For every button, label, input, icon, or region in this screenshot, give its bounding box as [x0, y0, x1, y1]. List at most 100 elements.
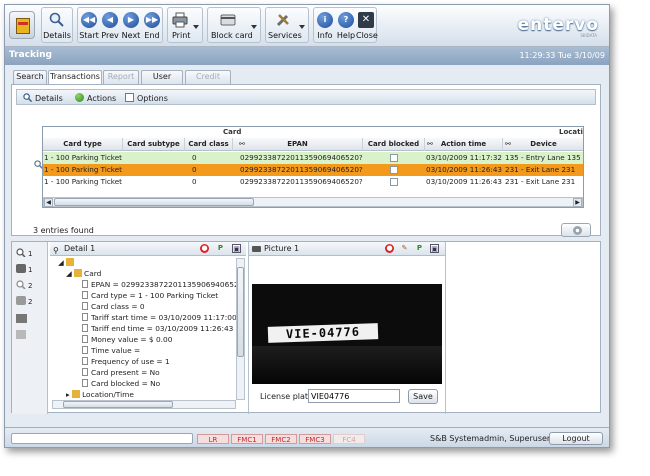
cell-card-class: 0 — [192, 165, 197, 174]
collapse-icon: ◢ — [66, 269, 75, 278]
scroll-right-icon[interactable]: ▶ — [573, 198, 582, 207]
app-menu-icon[interactable] — [9, 11, 35, 39]
card-blocked-checkbox[interactable] — [390, 154, 398, 162]
main-toolbar: Details ◀◀ Start ◀ Prev ▶ Next ▶▶ End Print … — [5, 5, 609, 47]
tree-leaf[interactable]: Card blocked = No — [82, 379, 160, 389]
scroll-thumb[interactable] — [237, 267, 244, 357]
tab-search[interactable]: Search — [13, 70, 47, 84]
tree-root-node[interactable]: ◢ — [58, 258, 75, 268]
transactions-panel: Details Actions Options Card Locati Card… — [11, 84, 601, 236]
help-button[interactable]: ? Help — [336, 8, 356, 42]
layout-icon[interactable] — [16, 330, 28, 340]
col-action-time[interactable]: ⚯ Action time — [425, 138, 503, 151]
status-bar: LR FMC1 FMC2 FMC3 FC4 S&B Systemadmin, S… — [5, 427, 609, 447]
stop-icon[interactable]: ● — [200, 244, 209, 253]
tree-vertical-scrollbar[interactable] — [236, 258, 245, 400]
col-card-type[interactable]: Card type — [43, 138, 123, 151]
col-epan[interactable]: ⚯ EPAN — [233, 138, 363, 151]
table-row-selected[interactable]: 1 - 100 Parking Ticket 0 029923387220113… — [43, 164, 583, 176]
table-row[interactable]: 1 - 100 Parking Ticket 0 029923387220113… — [43, 152, 583, 164]
tree-leaf[interactable]: Time value = — [82, 346, 140, 356]
card-blocked-checkbox[interactable] — [390, 178, 398, 186]
magnifier-icon — [23, 93, 33, 103]
pin-icon[interactable]: P — [415, 244, 424, 253]
transactions-grid[interactable]: Card Locati Card type Card subtype Card … — [42, 126, 584, 208]
info-button[interactable]: i Info — [315, 8, 335, 42]
tab-user-audit[interactable]: User audit — [141, 70, 183, 93]
tree-card-node[interactable]: ◢ Card — [66, 269, 101, 279]
refresh-button[interactable] — [561, 223, 591, 237]
cell-card-subtype — [123, 164, 185, 176]
end-button[interactable]: ▶▶ End — [142, 8, 162, 42]
maximize-icon[interactable]: ▣ — [430, 244, 439, 253]
tab-report: Report — [103, 70, 139, 84]
detail-view-button[interactable]: 1 — [16, 248, 32, 258]
tree-leaf[interactable]: EPAN = 02992338722011359069406520?? — [82, 280, 242, 290]
options-tool[interactable]: Options — [125, 93, 168, 103]
license-plate-input[interactable] — [308, 389, 400, 403]
tree-leaf[interactable]: Card class = 0 — [82, 302, 145, 312]
start-button[interactable]: ◀◀ Start — [79, 8, 99, 42]
document-icon — [82, 302, 88, 310]
picture-view-button-2[interactable]: 2 — [16, 296, 32, 306]
logout-button[interactable]: Logout — [549, 432, 603, 445]
cell-device: 231 - Exit Lane 231 — [505, 165, 576, 174]
tree-leaf[interactable]: Tariff end time = 03/10/2009 11:26:43 — [82, 324, 233, 334]
pin-icon[interactable]: P — [216, 244, 225, 253]
block-card-button[interactable]: Block card — [208, 8, 260, 42]
edit-icon[interactable]: ✎ — [400, 244, 409, 253]
card-blocked-checkbox[interactable] — [390, 166, 398, 174]
actions-tool[interactable]: Actions — [75, 93, 116, 103]
binoculars-icon: ⚯ — [505, 140, 511, 148]
scroll-thumb[interactable] — [63, 401, 173, 408]
tree-horizontal-scrollbar[interactable] — [52, 400, 236, 409]
details-button[interactable]: Details — [42, 8, 72, 42]
tree-leaf[interactable]: Money value = $ 0.00 — [82, 335, 172, 345]
table-row[interactable]: 1 - 100 Parking Ticket 0 029923387220113… — [43, 176, 583, 188]
print-button[interactable]: Print — [168, 8, 202, 42]
scroll-thumb[interactable] — [54, 198, 254, 206]
tab-transactions[interactable]: Transactions — [48, 70, 102, 85]
status-tag-fmc2[interactable]: FMC2 — [265, 434, 297, 444]
card-folder-icon — [74, 269, 83, 277]
col-card-blocked[interactable]: Card blocked — [363, 138, 425, 151]
status-message-field — [11, 433, 193, 444]
picture-view-button[interactable]: 1 — [16, 264, 32, 274]
printer-icon[interactable] — [16, 314, 29, 324]
grid-horizontal-scrollbar[interactable]: ◀ ▶ — [43, 197, 583, 207]
status-tag-fmc1[interactable]: FMC1 — [231, 434, 263, 444]
close-button[interactable]: ✕ Close — [356, 8, 378, 42]
tree-leaf[interactable]: Frequency of use = 1 — [82, 357, 170, 367]
tree-leaf[interactable]: Tariff start time = 03/10/2009 11:17:00 — [82, 313, 237, 323]
document-icon — [82, 335, 88, 343]
col-card-subtype[interactable]: Card subtype — [123, 138, 185, 151]
services-button[interactable]: Services — [266, 8, 308, 42]
detail-view-button-2[interactable]: 2 — [16, 280, 32, 290]
entries-count: 3 entries found — [33, 226, 94, 235]
scroll-left-icon[interactable]: ◀ — [44, 198, 53, 207]
save-button[interactable]: Save — [408, 389, 438, 404]
maximize-icon[interactable]: ▣ — [232, 244, 241, 253]
printer-icon — [172, 12, 188, 28]
tree-leaf[interactable]: Card present = No — [82, 368, 160, 378]
status-tag-lr[interactable]: LR — [197, 434, 229, 444]
plate-text: VIE-04776 — [267, 323, 379, 343]
clock: 11:29:33 Tue 3/10/09 — [519, 51, 605, 60]
col-device[interactable]: ⚯ Device — [503, 138, 583, 151]
tree-leaf[interactable]: Card type = 1 - 100 Parking Ticket — [82, 291, 218, 301]
refresh-icon — [573, 226, 582, 235]
details-tool[interactable]: Details — [23, 93, 63, 103]
detail-header: ⚲ Detail 1 ● P ▣ — [50, 242, 246, 256]
card-folder-icon — [66, 258, 75, 266]
next-button[interactable]: ▶ Next — [121, 8, 141, 42]
prev-button[interactable]: ◀ Prev — [100, 8, 120, 42]
status-tag-fmc3[interactable]: FMC3 — [299, 434, 331, 444]
stop-icon[interactable]: ● — [385, 244, 394, 253]
magnifier-icon: ⚲ — [53, 246, 59, 255]
document-icon — [82, 291, 88, 299]
block-card-icon — [220, 12, 236, 28]
col-card-class[interactable]: Card class — [185, 138, 233, 151]
status-tag-fc4: FC4 — [333, 434, 365, 444]
tree-location-node[interactable]: ▸ Location/Time — [66, 390, 134, 398]
chevron-down-icon — [193, 25, 199, 29]
